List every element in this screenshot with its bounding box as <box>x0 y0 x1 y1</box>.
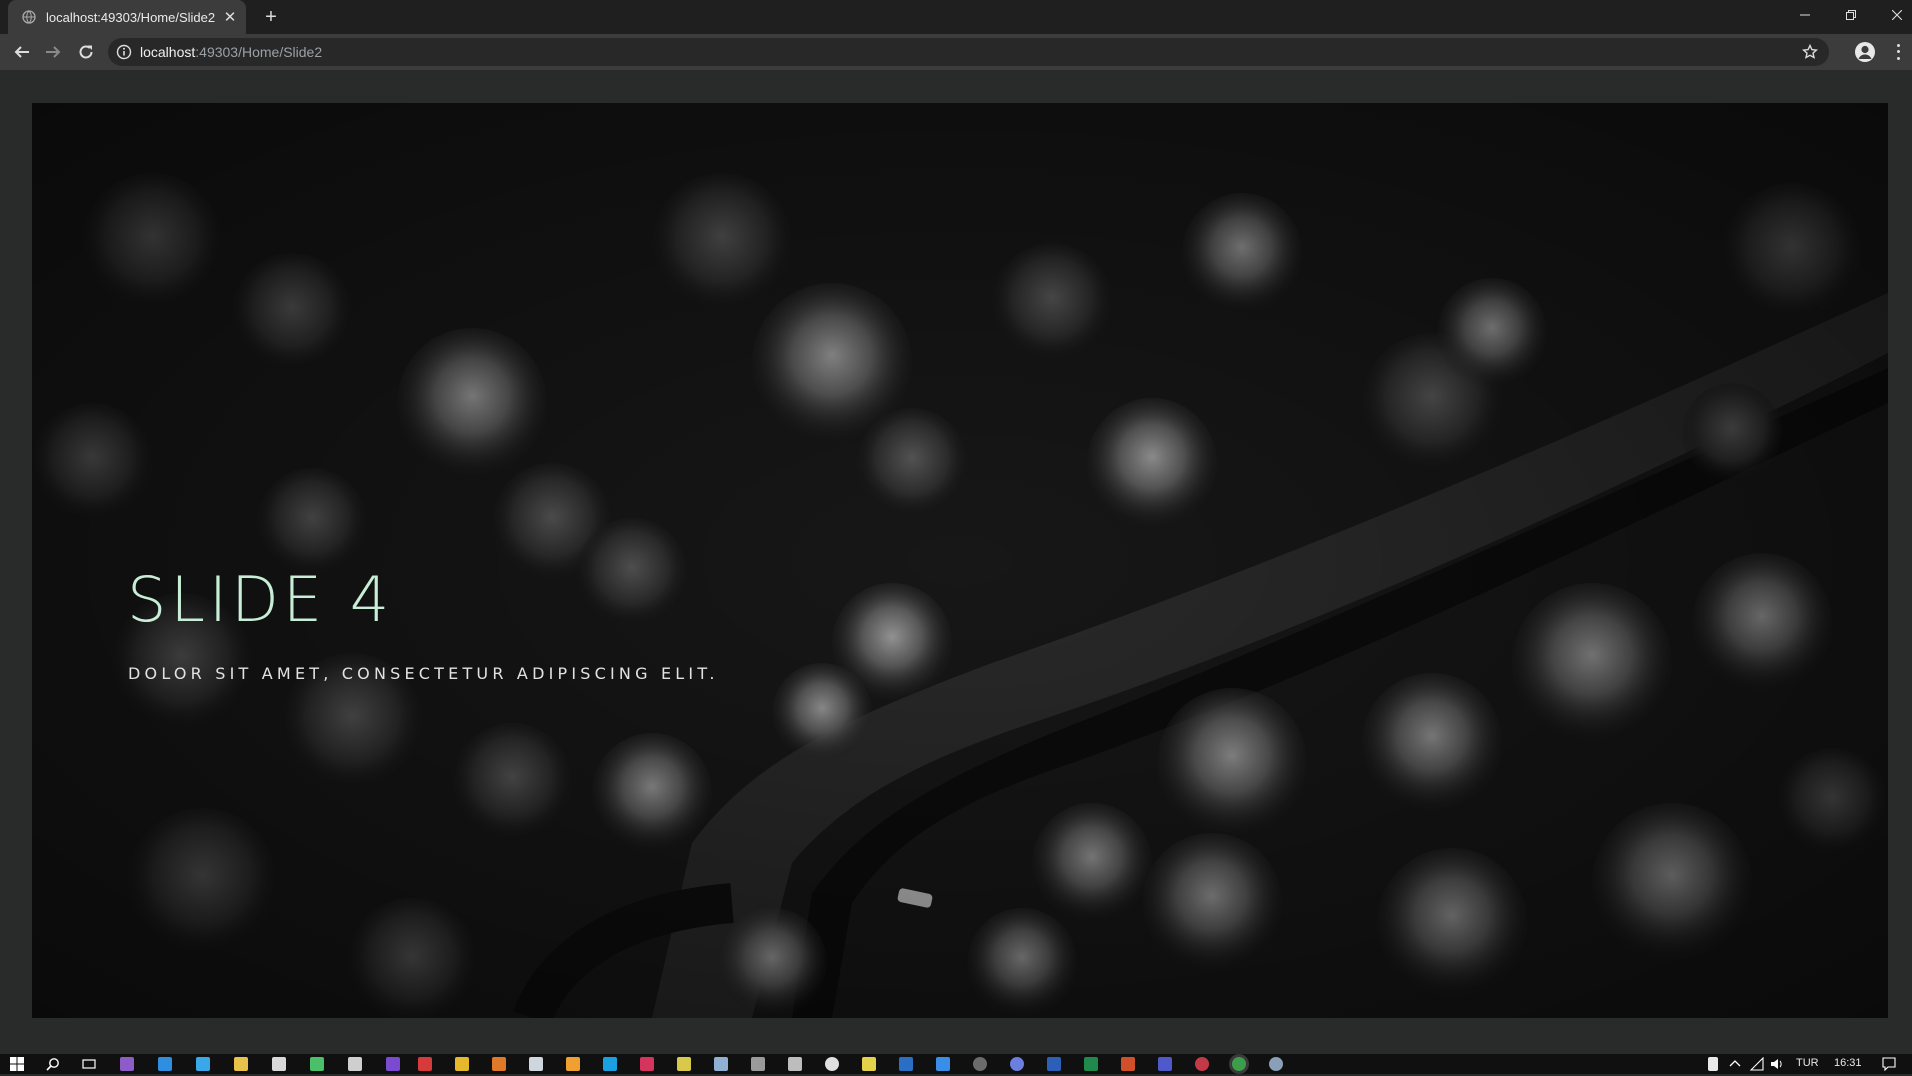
close-tab-icon[interactable]: ✕ <box>220 7 240 27</box>
browser-menu-icon[interactable] <box>1892 42 1904 62</box>
slide-subtitle: DOLOR SIT AMET, CONSECTETUR ADIPISCING E… <box>128 664 719 683</box>
folder-icon[interactable] <box>234 1057 248 1071</box>
close-window-icon[interactable] <box>1874 0 1912 30</box>
app-icon[interactable] <box>386 1057 400 1071</box>
address-bar[interactable]: localhost:49303/Home/Slide2 <box>108 38 1829 66</box>
url-host: localhost <box>140 44 196 60</box>
app-icon[interactable] <box>1195 1057 1209 1071</box>
skype-icon[interactable] <box>603 1057 617 1071</box>
network-icon[interactable] <box>1749 1056 1764 1071</box>
browser-tab[interactable]: localhost:49303/Home/Slide2 ✕ <box>8 0 246 34</box>
bookmark-star-icon[interactable] <box>1801 43 1819 61</box>
info-icon[interactable] <box>116 44 132 60</box>
input-language[interactable]: TUR <box>1796 1057 1819 1069</box>
task-view-icon[interactable] <box>82 1057 96 1071</box>
app-icon[interactable] <box>455 1057 469 1071</box>
teams-icon[interactable] <box>1158 1057 1172 1071</box>
app-icon[interactable] <box>825 1057 839 1071</box>
globe-icon <box>22 10 36 24</box>
restore-icon[interactable] <box>1828 0 1874 30</box>
profile-avatar-icon[interactable] <box>1855 42 1875 62</box>
powerpoint-icon[interactable] <box>1121 1057 1135 1071</box>
app-icon[interactable] <box>196 1057 210 1071</box>
forward-icon[interactable] <box>41 40 65 64</box>
reload-icon[interactable] <box>74 40 98 64</box>
scroll-indicator-icon <box>1708 1057 1718 1071</box>
app-icon[interactable] <box>492 1057 506 1071</box>
app-icon[interactable] <box>640 1057 654 1071</box>
tab-title: localhost:49303/Home/Slide2 <box>46 9 216 25</box>
visual-studio-icon[interactable] <box>120 1057 134 1071</box>
app-icon[interactable] <box>936 1057 950 1071</box>
app-icon[interactable] <box>529 1057 543 1071</box>
slide-title: SLIDE 4 <box>127 563 394 636</box>
browser-toolbar: localhost:49303/Home/Slide2 <box>0 34 1912 70</box>
tab-strip: localhost:49303/Home/Slide2 ✕ + <box>0 0 1912 34</box>
show-hidden-icons-icon[interactable] <box>1728 1057 1742 1071</box>
app-icon[interactable] <box>751 1057 765 1071</box>
notepad-icon[interactable] <box>272 1057 286 1071</box>
hero-slide: SLIDE 4 DOLOR SIT AMET, CONSECTETUR ADIP… <box>32 103 1888 1018</box>
app-icon[interactable] <box>714 1057 728 1071</box>
windows-start-icon[interactable] <box>10 1057 24 1071</box>
app-icon[interactable] <box>677 1057 691 1071</box>
url-path: :49303/Home/Slide2 <box>195 44 323 60</box>
notifications-icon[interactable] <box>1882 1057 1896 1072</box>
volume-icon[interactable] <box>1770 1057 1784 1071</box>
app-icon[interactable] <box>788 1057 802 1071</box>
excel-icon[interactable] <box>1084 1057 1098 1071</box>
app-icon[interactable] <box>310 1057 324 1071</box>
app-icon[interactable] <box>973 1057 987 1071</box>
minimize-icon[interactable] <box>1782 0 1828 30</box>
app-icon[interactable] <box>348 1057 362 1071</box>
chrome-icon[interactable] <box>1232 1057 1246 1071</box>
app-icon[interactable] <box>899 1057 913 1071</box>
acrobat-icon[interactable] <box>418 1057 432 1071</box>
forest-background-image <box>32 103 1888 1018</box>
os-taskbar: TUR 16:31 <box>0 1054 1912 1074</box>
vscode-icon[interactable] <box>158 1057 172 1071</box>
new-tab-icon[interactable]: + <box>260 6 282 28</box>
search-icon[interactable] <box>46 1057 60 1071</box>
app-icon[interactable] <box>1269 1057 1283 1071</box>
app-icon[interactable] <box>566 1057 580 1071</box>
app-icon[interactable] <box>1010 1057 1024 1071</box>
word-icon[interactable] <box>1047 1057 1061 1071</box>
app-icon[interactable] <box>862 1057 876 1071</box>
back-icon[interactable] <box>10 40 34 64</box>
clock-time[interactable]: 16:31 <box>1834 1057 1862 1069</box>
